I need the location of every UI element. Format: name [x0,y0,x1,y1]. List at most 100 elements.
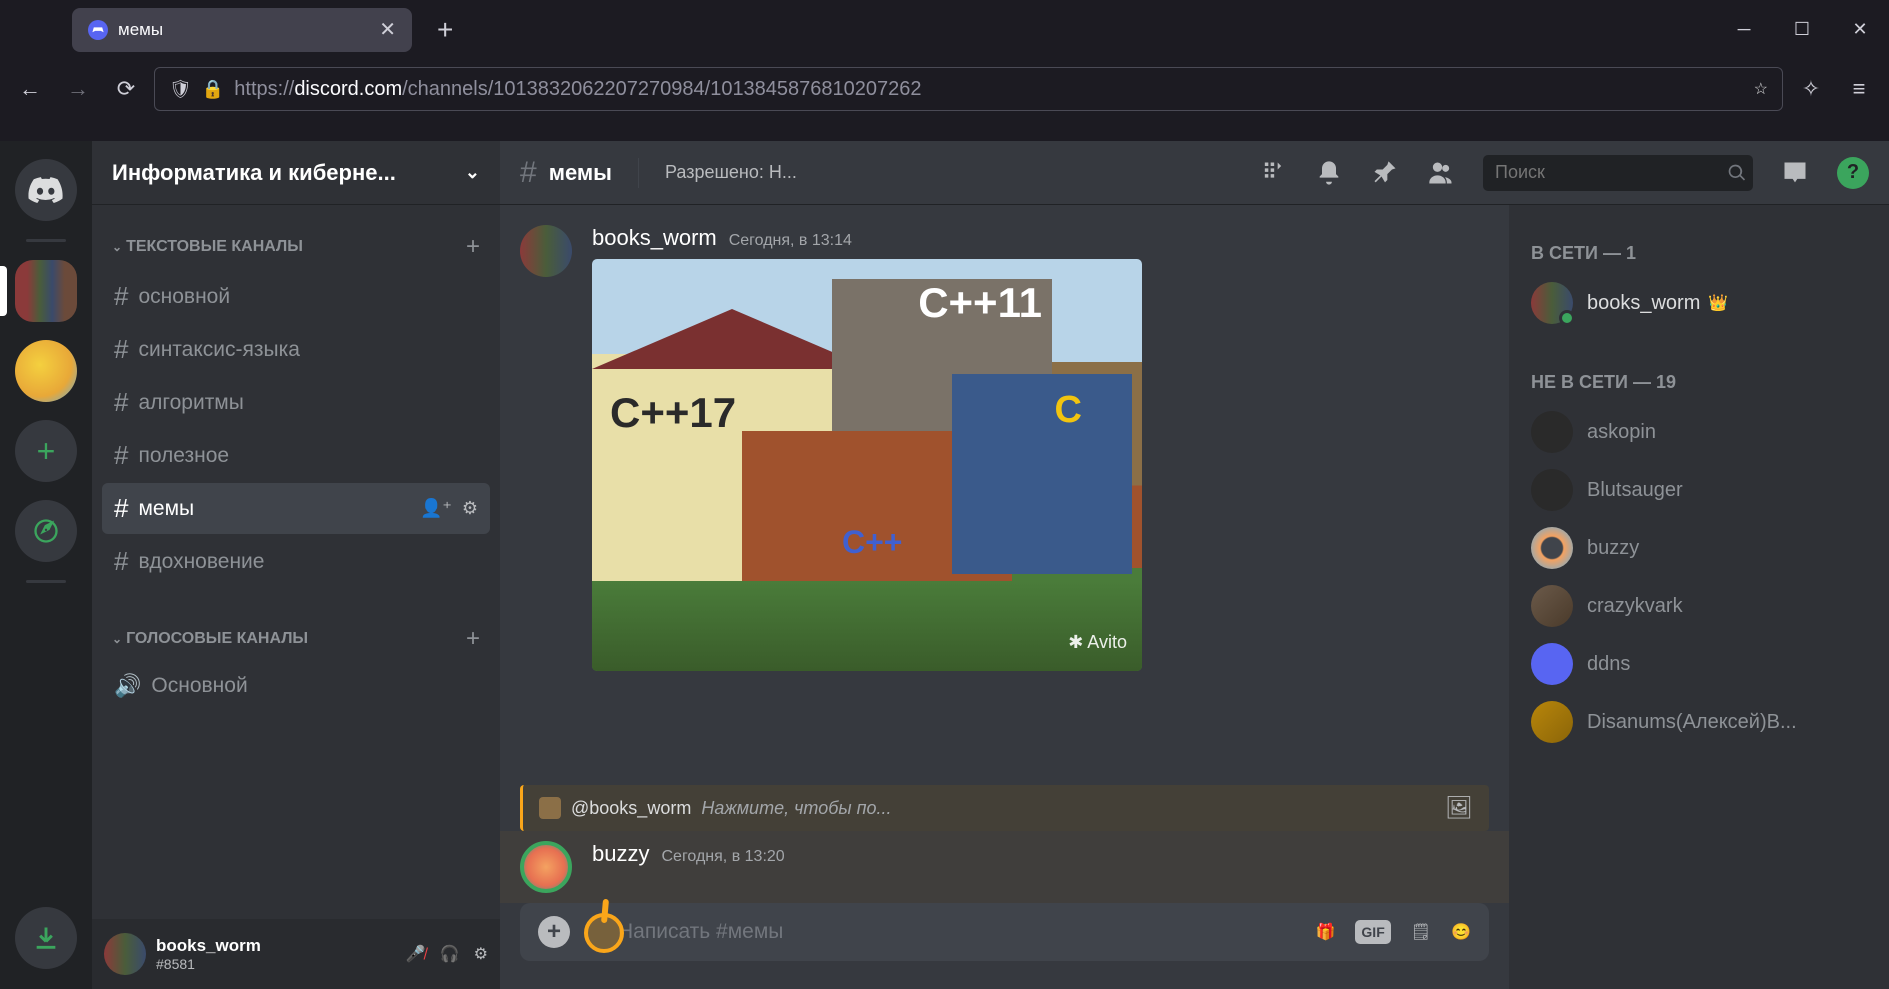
server-item-active[interactable] [15,260,77,322]
members-icon[interactable] [1427,159,1455,187]
member-avatar [1531,282,1573,324]
crown-icon: 👑 [1708,293,1728,313]
search-input[interactable] [1495,162,1727,183]
member-item[interactable]: crazykvark [1523,577,1875,635]
server-header[interactable]: Информатика и киберне... ⌄ [92,141,500,205]
member-item[interactable]: buzzy [1523,519,1875,577]
message-item: buzzy Сегодня, в 13:20 [500,831,1509,903]
member-avatar [1531,643,1573,685]
member-item[interactable]: books_worm 👑 [1523,274,1875,332]
member-avatar [1531,469,1573,511]
channel-category[interactable]: ⌄ ТЕКСТОВЫЕ КАНАЛЫ + [102,225,490,269]
shield-icon[interactable]: 🛡 [169,79,192,100]
member-item[interactable]: ddns [1523,635,1875,693]
gear-icon[interactable]: ⚙ [474,944,488,964]
hash-icon: # [114,493,128,524]
pin-icon[interactable] [1371,159,1399,187]
server-avatar-icon [15,260,77,322]
message-author[interactable]: books_worm [592,225,717,251]
category-label: ТЕКСТОВЫЕ КАНАЛЫ [126,238,303,256]
category-label: ГОЛОСОВЫЕ КАНАЛЫ [126,630,308,648]
user-tag: #8581 [156,956,396,972]
channel-item[interactable]: #алгоритмы [102,377,490,428]
hash-icon: # [114,334,128,365]
channel-item[interactable]: #вдохновение [102,536,490,587]
channel-category[interactable]: ⌄ ГОЛОСОВЫЕ КАНАЛЫ + [102,617,490,661]
channel-item-active[interactable]: # мемы 👤⁺ ⚙ [102,483,490,534]
channel-item[interactable]: #основной [102,271,490,322]
home-button[interactable] [15,159,77,221]
menu-icon[interactable]: ≡ [1839,69,1879,109]
voice-channel-item[interactable]: 🔊 Основной [102,663,490,709]
bookmark-icon[interactable]: ☆ [1754,79,1768,99]
sticker-icon[interactable]: 🗒 [1411,922,1431,942]
reply-hint: Нажмите, чтобы по... [701,798,891,819]
headphones-icon[interactable]: 🎧 [440,944,460,964]
tab-close-icon[interactable]: ✕ [379,17,396,42]
channel-topic[interactable]: Разрешено: Н... [665,162,797,183]
lock-icon[interactable]: 🔒 [202,79,224,100]
nav-reload-button[interactable]: ⟳ [106,69,146,109]
member-avatar [1531,585,1573,627]
invite-icon[interactable]: 👤⁺ [420,498,452,519]
user-info[interactable]: books_worm #8581 [156,936,396,972]
divider [638,158,639,188]
channel-item[interactable]: #синтаксис-языка [102,324,490,375]
search-box[interactable] [1483,155,1753,191]
server-avatar-icon [15,340,77,402]
member-category-offline: НЕ В СЕТИ — 19 [1523,362,1875,403]
cursor-highlight-icon [584,913,624,953]
hash-icon: # [520,156,537,190]
add-channel-button[interactable]: + [466,233,480,261]
status-online-icon [1559,310,1575,326]
server-item[interactable] [15,340,77,402]
gift-icon[interactable]: 🎁 [1316,922,1336,942]
member-item[interactable]: Blutsauger [1523,461,1875,519]
image-label: C++17 [610,389,736,437]
user-avatar[interactable] [104,933,146,975]
browser-tab[interactable]: мемы ✕ [72,8,412,52]
member-item[interactable]: askopin [1523,403,1875,461]
mic-muted-icon[interactable]: 🎤̸ [406,944,426,964]
new-tab-button[interactable]: + [437,14,453,46]
window-maximize-button[interactable]: ☐ [1773,10,1831,50]
message-attachment-image[interactable]: C++11 C++17 C C++ Avito [592,259,1142,671]
window-minimize-button[interactable]: ─ [1715,10,1773,50]
explore-servers-button[interactable] [15,500,77,562]
nav-forward-button[interactable]: → [58,69,98,109]
extensions-icon[interactable]: ✧ [1791,69,1831,109]
message-scroll-area[interactable]: books_worm Сегодня, в 13:14 C++11 C++17 … [500,205,1509,785]
messages: books_worm Сегодня, в 13:14 C++11 C++17 … [500,205,1509,989]
user-panel: books_worm #8581 🎤̸ 🎧 ⚙ [92,919,500,989]
gear-icon[interactable]: ⚙ [462,498,478,519]
message-avatar[interactable] [520,841,572,893]
add-server-button[interactable]: + [15,420,77,482]
member-avatar [1531,411,1573,453]
message-avatar[interactable] [520,225,572,277]
help-icon[interactable]: ? [1837,157,1869,189]
search-icon [1727,163,1747,183]
channel-item[interactable]: #полезное [102,430,490,481]
add-channel-button[interactable]: + [466,625,480,653]
message-input[interactable] [618,920,1298,944]
member-item[interactable]: Disanums(Алексей)В... [1523,693,1875,751]
inbox-icon[interactable] [1781,159,1809,187]
emoji-icon[interactable]: 😊 [1451,922,1471,942]
bell-icon[interactable] [1315,159,1343,187]
attach-button[interactable]: + [538,916,570,948]
discord-logo-icon [28,172,64,208]
download-apps-button[interactable] [15,907,77,969]
gif-button[interactable]: GIF [1355,920,1390,944]
hash-icon: # [114,387,128,418]
server-active-indicator [0,266,7,316]
threads-icon[interactable] [1259,159,1287,187]
chat-main: # мемы Разрешено: Н... ? [500,141,1889,989]
window-close-button[interactable]: ✕ [1831,10,1889,50]
message-input-box[interactable]: + 🎁 GIF 🗒 😊 [520,903,1489,961]
url-bar[interactable]: 🛡 🔒 https://discord.com/channels/1013832… [154,67,1783,111]
message-author[interactable]: buzzy [592,841,649,867]
image-label: C [1055,389,1082,432]
reply-avatar-icon [539,797,561,819]
nav-back-button[interactable]: ← [10,69,50,109]
reply-reference[interactable]: @books_worm Нажмите, чтобы по... 🖼 [520,785,1489,831]
